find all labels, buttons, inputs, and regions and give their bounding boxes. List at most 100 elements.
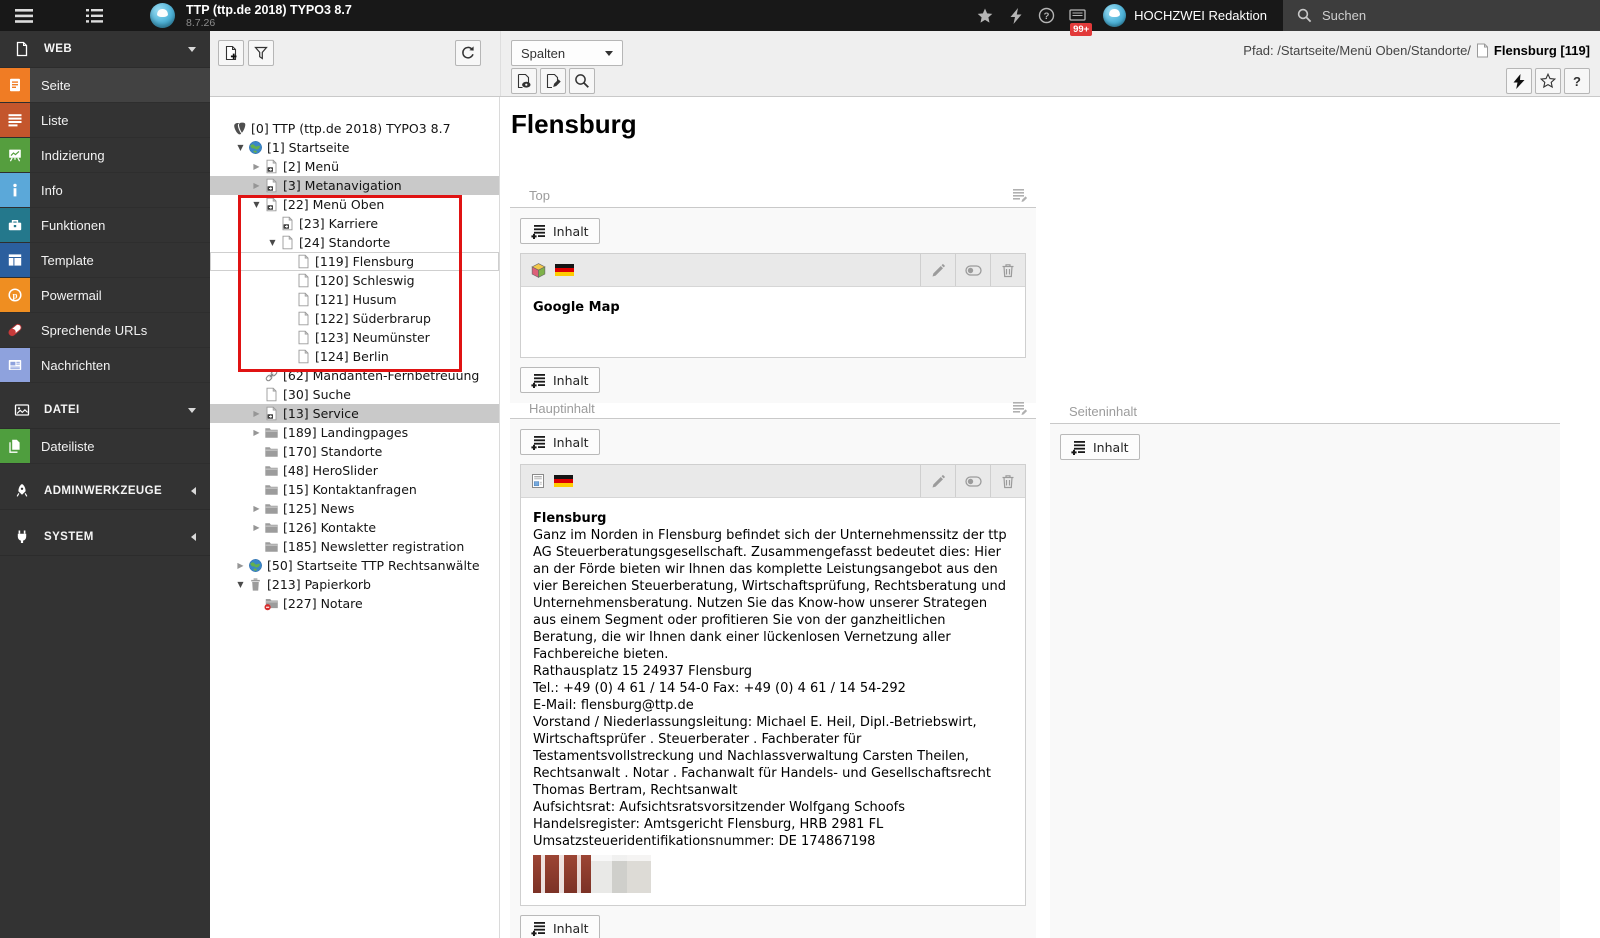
new-page-icon[interactable]	[218, 40, 244, 66]
expand-toggle-icon[interactable]: ▼	[234, 575, 247, 594]
sidebar-item-template[interactable]: Template	[0, 243, 210, 278]
link-icon	[263, 368, 279, 383]
tree-node-30[interactable]: [30] Suche	[210, 385, 499, 404]
add-content-label: Inhalt	[553, 434, 589, 450]
sidebar-item-liste[interactable]: Liste	[0, 103, 210, 138]
hamburger-icon[interactable]	[6, 0, 42, 31]
columns-view-select[interactable]: Spalten	[511, 40, 623, 66]
tree-node-185[interactable]: [185] Newsletter registration	[210, 537, 499, 556]
edit-pencil-icon[interactable]	[920, 465, 955, 497]
tree-node-170[interactable]: [170] Standorte	[210, 442, 499, 461]
expand-toggle-icon[interactable]: ▶	[250, 423, 263, 442]
tree-node-122[interactable]: [122] Süderbrarup	[210, 309, 499, 328]
visibility-toggle-icon[interactable]	[955, 254, 990, 286]
columns-select-value: Spalten	[521, 45, 566, 61]
tree-node-125[interactable]: ▶ [125] News	[210, 499, 499, 518]
sidebar-group-system[interactable]: SYSTEM	[0, 519, 210, 556]
filter-funnel-icon[interactable]	[248, 40, 274, 66]
add-content-button[interactable]: Inhalt	[520, 429, 600, 455]
page-icon	[295, 254, 311, 269]
tree-node-1[interactable]: ▼ [1] Startseite	[210, 138, 499, 157]
text-line: Tel.: +49 (0) 4 61 / 14 54-0 Fax: +49 (0…	[533, 681, 906, 696]
bolt-icon[interactable]	[1000, 0, 1031, 31]
expand-toggle-icon[interactable]: ▶	[250, 176, 263, 195]
star-outline-icon[interactable]	[1535, 68, 1561, 94]
tree-node-label: [126] Kontakte	[283, 520, 377, 535]
tree-node-label: [48] HeroSlider	[283, 463, 378, 478]
expand-toggle-icon[interactable]: ▶	[250, 518, 263, 537]
tree-node-189[interactable]: ▶ [189] Landingpages	[210, 423, 499, 442]
tree-node-2[interactable]: ▶ [2] Menü	[210, 157, 499, 176]
sidebar-item-powermail[interactable]: p Powermail	[0, 278, 210, 313]
tree-node-24[interactable]: ▼ [24] Standorte	[210, 233, 499, 252]
tree-node-22[interactable]: ▼ [22] Menü Oben	[210, 195, 499, 214]
sidebar-item-seite[interactable]: Seite	[0, 68, 210, 103]
tree-node-0[interactable]: [0] TTP (ttp.de 2018) TYPO3 8.7	[210, 119, 499, 138]
expand-toggle-icon[interactable]: ▼	[250, 195, 263, 214]
sidebar-item-indizierung[interactable]: Indizierung	[0, 138, 210, 173]
add-content-button[interactable]: Inhalt	[520, 367, 600, 393]
page-icon	[1476, 43, 1489, 58]
globe-icon	[247, 558, 263, 573]
add-content-label: Inhalt	[1093, 439, 1129, 455]
edit-pencil-icon[interactable]	[920, 254, 955, 286]
tree-node-120[interactable]: [120] Schleswig	[210, 271, 499, 290]
user-menu[interactable]: HOCHZWEI Redaktion	[1093, 4, 1283, 27]
tree-node-119[interactable]: [119] Flensburg	[210, 252, 499, 271]
bolt-icon[interactable]	[1506, 68, 1532, 94]
edit-column-icon[interactable]	[1012, 401, 1028, 416]
tree-node-121[interactable]: [121] Husum	[210, 290, 499, 309]
tree-node-123[interactable]: [123] Neumünster	[210, 328, 499, 347]
tree-node-227[interactable]: [227] Notare	[210, 594, 499, 613]
tree-node-label: [62] Mandanten-Fernbetreuung	[283, 368, 480, 383]
sidebar-item-info[interactable]: Info	[0, 173, 210, 208]
delete-trash-icon[interactable]	[990, 254, 1025, 286]
refresh-icon[interactable]	[455, 40, 481, 66]
expand-toggle-icon[interactable]: ▶	[250, 499, 263, 518]
edit-column-icon[interactable]	[1012, 188, 1028, 203]
tree-node-62[interactable]: [62] Mandanten-Fernbetreuung	[210, 366, 499, 385]
tree-node-48[interactable]: [48] HeroSlider	[210, 461, 499, 480]
add-content-button[interactable]: Inhalt	[1060, 434, 1140, 460]
expand-toggle-icon[interactable]: ▶	[234, 556, 247, 575]
tree-node-126[interactable]: ▶ [126] Kontakte	[210, 518, 499, 537]
search-placeholder: Suchen	[1322, 8, 1367, 23]
content-element-google-map[interactable]: Google Map	[520, 253, 1026, 358]
expand-toggle-icon[interactable]: ▼	[266, 233, 279, 252]
typo3-version: 8.7.26	[186, 17, 216, 29]
sidebar-item-funktionen[interactable]: Funktionen	[0, 208, 210, 243]
module-rows-icon[interactable]	[76, 0, 112, 31]
notification-icon[interactable]: 99+	[1062, 0, 1093, 36]
textpic-icon	[530, 473, 546, 489]
expand-toggle-icon[interactable]: ▶	[250, 157, 263, 176]
visibility-toggle-icon[interactable]	[955, 465, 990, 497]
tree-node-13[interactable]: ▶ [13] Service	[210, 404, 499, 423]
tree-node-23[interactable]: [23] Karriere	[210, 214, 499, 233]
tree-node-213[interactable]: ▼ [213] Papierkorb	[210, 575, 499, 594]
topbar-search-input[interactable]: Suchen	[1283, 0, 1600, 31]
help-icon[interactable]: ?	[1031, 0, 1062, 31]
sidebar-group-adminwerkzeuge[interactable]: ADMINWERKZEUGE	[0, 473, 210, 510]
sidebar-group-datei[interactable]: DATEI	[0, 392, 210, 429]
add-content-button[interactable]: Inhalt	[520, 218, 600, 244]
expand-toggle-icon[interactable]: ▼	[234, 138, 247, 157]
help-question-icon[interactable]: ?	[1564, 68, 1590, 94]
tree-node-124[interactable]: [124] Berlin	[210, 347, 499, 366]
delete-trash-icon[interactable]	[990, 465, 1025, 497]
tree-node-3[interactable]: ▶ [3] Metanavigation	[210, 176, 499, 195]
expand-toggle-icon[interactable]: ▶	[250, 404, 263, 423]
content-element-text[interactable]: Flensburg Ganz im Norden in Flensburg be…	[520, 464, 1026, 906]
sidebar-item-dateiliste[interactable]: Dateiliste	[0, 429, 210, 464]
tree-node-50[interactable]: ▶ [50] Startseite TTP Rechtsanwälte	[210, 556, 499, 575]
sidebar-item-nachrichten[interactable]: Nachrichten	[0, 348, 210, 383]
text-line: Vorstand / Niederlassungsleitung: Michae…	[533, 715, 991, 798]
add-content-button[interactable]: Inhalt	[520, 915, 600, 938]
search-icon[interactable]	[569, 68, 595, 94]
view-page-icon[interactable]	[511, 68, 537, 94]
tree-node-15[interactable]: [15] Kontaktanfragen	[210, 480, 499, 499]
bookmark-star-icon[interactable]	[969, 0, 1000, 31]
sidebar-item-sprechende-urls[interactable]: Sprechende URLs	[0, 313, 210, 348]
tree-node-label: [15] Kontaktanfragen	[283, 482, 417, 497]
edit-page-icon[interactable]	[540, 68, 566, 94]
sidebar-group-web[interactable]: WEB	[0, 31, 210, 68]
